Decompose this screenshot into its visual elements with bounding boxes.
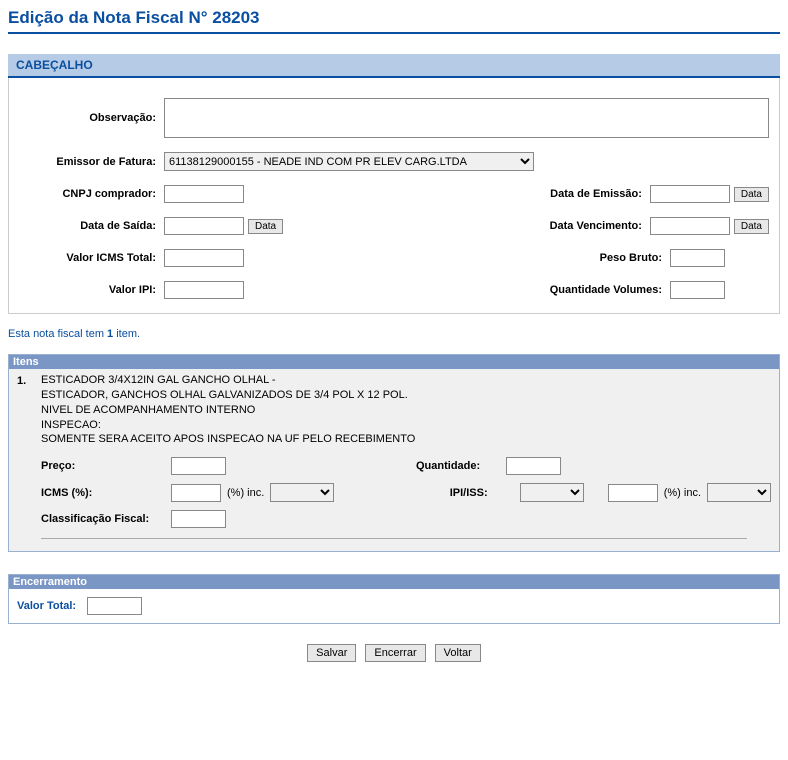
item-desc-line: NIVEL DE ACOMPANHAMENTO INTERNO (41, 404, 255, 416)
label-data-emissao: Data de Emissão: (550, 188, 650, 200)
label-icms: ICMS (%): (41, 487, 171, 499)
label-ipi-iss: IPI/ISS: (450, 487, 520, 499)
label-valor-total: Valor Total: (17, 600, 76, 612)
itens-block: Itens 1. ESTICADOR 3/4X12IN GAL GANCHO O… (8, 354, 780, 552)
label-classificacao: Classificação Fiscal: (41, 513, 171, 525)
input-cnpj-comprador[interactable] (164, 185, 244, 203)
input-valor-icms-total[interactable] (164, 249, 244, 267)
select-emissor[interactable]: 61138129000155 - NEADE IND COM PR ELEV C… (164, 152, 534, 171)
action-bar: Salvar Encerrar Voltar (8, 644, 780, 662)
item-body: 1. ESTICADOR 3/4X12IN GAL GANCHO OLHAL -… (9, 369, 779, 551)
item-number: 1. (17, 373, 41, 457)
encerramento-block: Encerramento Valor Total: (8, 574, 780, 624)
input-qtd-volumes[interactable] (670, 281, 725, 299)
label-data-saida: Data de Saída: (19, 220, 164, 232)
button-data-saida[interactable]: Data (248, 219, 283, 234)
input-peso-bruto[interactable] (670, 249, 725, 267)
itens-header: Itens (9, 355, 779, 369)
label-pct-inc-1: (%) inc. (227, 487, 264, 499)
item-description: ESTICADOR 3/4X12IN GAL GANCHO OLHAL - ES… (41, 373, 771, 447)
label-emissor: Emissor de Fatura: (19, 156, 164, 168)
button-encerrar[interactable]: Encerrar (365, 644, 425, 662)
cabecalho-body: Observação: Emissor de Fatura: 611381290… (8, 78, 780, 314)
item-desc-line: ESTICADOR, GANCHOS OLHAL GALVANIZADOS DE… (41, 389, 408, 401)
input-observacao[interactable] (164, 98, 769, 138)
select-icms-inc[interactable] (270, 483, 334, 502)
input-data-saida[interactable] (164, 217, 244, 235)
input-ipi-iss-val[interactable] (608, 484, 658, 502)
button-data-emissao[interactable]: Data (734, 187, 769, 202)
select-ipi-iss-inc[interactable] (707, 483, 771, 502)
button-data-vencimento[interactable]: Data (734, 219, 769, 234)
label-data-vencimento: Data Vencimento: (550, 220, 650, 232)
label-valor-icms-total: Valor ICMS Total: (19, 252, 164, 264)
input-valor-total[interactable] (87, 597, 142, 615)
info-prefix: Esta nota fiscal tem (8, 328, 107, 340)
label-preco: Preço: (41, 460, 171, 472)
button-voltar[interactable]: Voltar (435, 644, 481, 662)
input-preco[interactable] (171, 457, 226, 475)
section-header-cabecalho: CABEÇALHO (8, 54, 780, 78)
select-ipi-iss[interactable] (520, 483, 584, 502)
page-title: Edição da Nota Fiscal N° 28203 (8, 8, 780, 28)
input-quantidade[interactable] (506, 457, 561, 475)
button-salvar[interactable]: Salvar (307, 644, 356, 662)
label-observacao: Observação: (19, 112, 164, 124)
label-cnpj-comprador: CNPJ comprador: (19, 188, 164, 200)
label-valor-ipi: Valor IPI: (19, 284, 164, 296)
input-classificacao[interactable] (171, 510, 226, 528)
item-desc-line: ESTICADOR 3/4X12IN GAL GANCHO OLHAL - (41, 374, 276, 386)
label-pct-inc-2: (%) inc. (664, 487, 701, 499)
label-peso-bruto: Peso Bruto: (600, 252, 670, 264)
label-quantidade: Quantidade: (416, 460, 506, 472)
input-icms[interactable] (171, 484, 221, 502)
input-data-emissao[interactable] (650, 185, 730, 203)
input-valor-ipi[interactable] (164, 281, 244, 299)
item-desc-line: INSPECAO: (41, 419, 101, 431)
item-desc-line: SOMENTE SERA ACEITO APOS INSPECAO NA UF … (41, 433, 415, 445)
encerramento-body: Valor Total: (9, 589, 779, 623)
title-rule (8, 32, 780, 34)
label-qtd-volumes: Quantidade Volumes: (550, 284, 670, 296)
info-suffix: item. (113, 328, 140, 340)
info-item-count: Esta nota fiscal tem 1 item. (8, 328, 780, 340)
encerramento-header: Encerramento (9, 575, 779, 589)
input-data-vencimento[interactable] (650, 217, 730, 235)
item-separator (41, 538, 747, 539)
